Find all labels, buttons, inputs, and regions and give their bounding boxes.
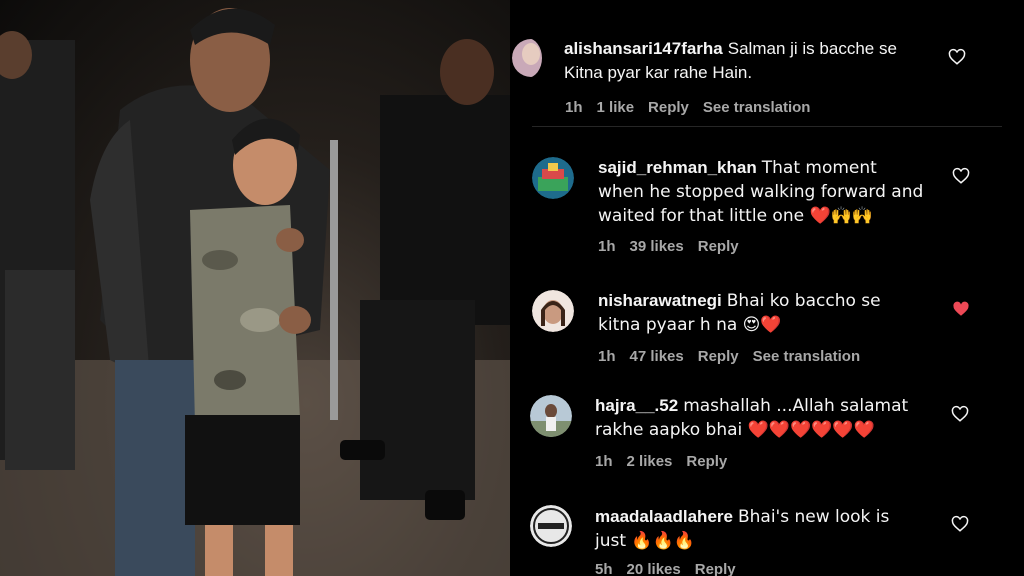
comment-item: hajra__.52 mashallah ...Allah salamat rak…: [510, 385, 1024, 485]
avatar[interactable]: [532, 157, 574, 199]
liked-heart-icon[interactable]: [952, 300, 970, 318]
comment-item: nisharawatnegi Bhai ko baccho se kitna py…: [510, 278, 1024, 388]
comment-meta: 1h 39 likes Reply: [598, 238, 753, 255]
comment-text: alishansari147farha Salman ji is bacche s…: [564, 37, 934, 85]
like-heart-icon[interactable]: [948, 48, 966, 66]
see-translation-link[interactable]: See translation: [703, 99, 811, 116]
comment-item: alishansari147farha Salman ji is bacche s…: [510, 0, 1024, 125]
like-heart-icon[interactable]: [951, 405, 969, 423]
comment-time: 1h: [598, 348, 616, 365]
divider: [532, 126, 1002, 127]
comment-username[interactable]: maadalaadlahere: [595, 507, 733, 526]
photo-illustration: [0, 8, 510, 576]
comment-item: sajid_rehman_khan That moment when he sto…: [510, 145, 1024, 270]
comment-username[interactable]: alishansari147farha: [564, 39, 723, 58]
comment-meta: 1h 1 like Reply See translation: [565, 99, 824, 116]
comment-time: 1h: [565, 99, 583, 116]
comment-likes[interactable]: 20 likes: [627, 561, 681, 576]
reply-button[interactable]: Reply: [648, 99, 689, 116]
comment-likes[interactable]: 39 likes: [630, 238, 684, 255]
comment-username[interactable]: sajid_rehman_khan: [598, 158, 757, 177]
reply-button[interactable]: Reply: [695, 561, 736, 576]
news-photo: [0, 0, 510, 576]
comment-text: sajid_rehman_khan That moment when he sto…: [598, 156, 928, 228]
comment-username[interactable]: nisharawatnegi: [598, 291, 722, 310]
comment-text: hajra__.52 mashallah ...Allah salamat rak…: [595, 394, 925, 442]
comment-meta: 1h 2 likes Reply: [595, 453, 741, 470]
comment-item: maadalaadlahere Bhai's new look is just 🔥…: [510, 495, 1024, 576]
comment-time: 1h: [595, 453, 613, 470]
comment-likes[interactable]: 2 likes: [627, 453, 673, 470]
avatar[interactable]: [532, 290, 574, 332]
comment-time: 5h: [595, 561, 613, 576]
comment-likes[interactable]: 47 likes: [630, 348, 684, 365]
comments-panel: alishansari147farha Salman ji is bacche s…: [510, 0, 1024, 576]
comment-text: maadalaadlahere Bhai's new look is just 🔥…: [595, 505, 925, 553]
like-heart-icon[interactable]: [951, 515, 969, 533]
reply-button[interactable]: Reply: [686, 453, 727, 470]
comment-username[interactable]: hajra__.52: [595, 396, 678, 415]
avatar[interactable]: [512, 38, 542, 78]
reply-button[interactable]: Reply: [698, 238, 739, 255]
avatar[interactable]: [530, 505, 572, 547]
comment-time: 1h: [598, 238, 616, 255]
comment-likes[interactable]: 1 like: [597, 99, 635, 116]
avatar[interactable]: [530, 395, 572, 437]
reply-button[interactable]: Reply: [698, 348, 739, 365]
like-heart-icon[interactable]: [952, 167, 970, 185]
comment-meta: 5h 20 likes Reply: [595, 561, 750, 576]
comment-meta: 1h 47 likes Reply See translation: [598, 348, 874, 365]
see-translation-link[interactable]: See translation: [753, 348, 861, 365]
comment-text: nisharawatnegi Bhai ko baccho se kitna py…: [598, 289, 928, 337]
